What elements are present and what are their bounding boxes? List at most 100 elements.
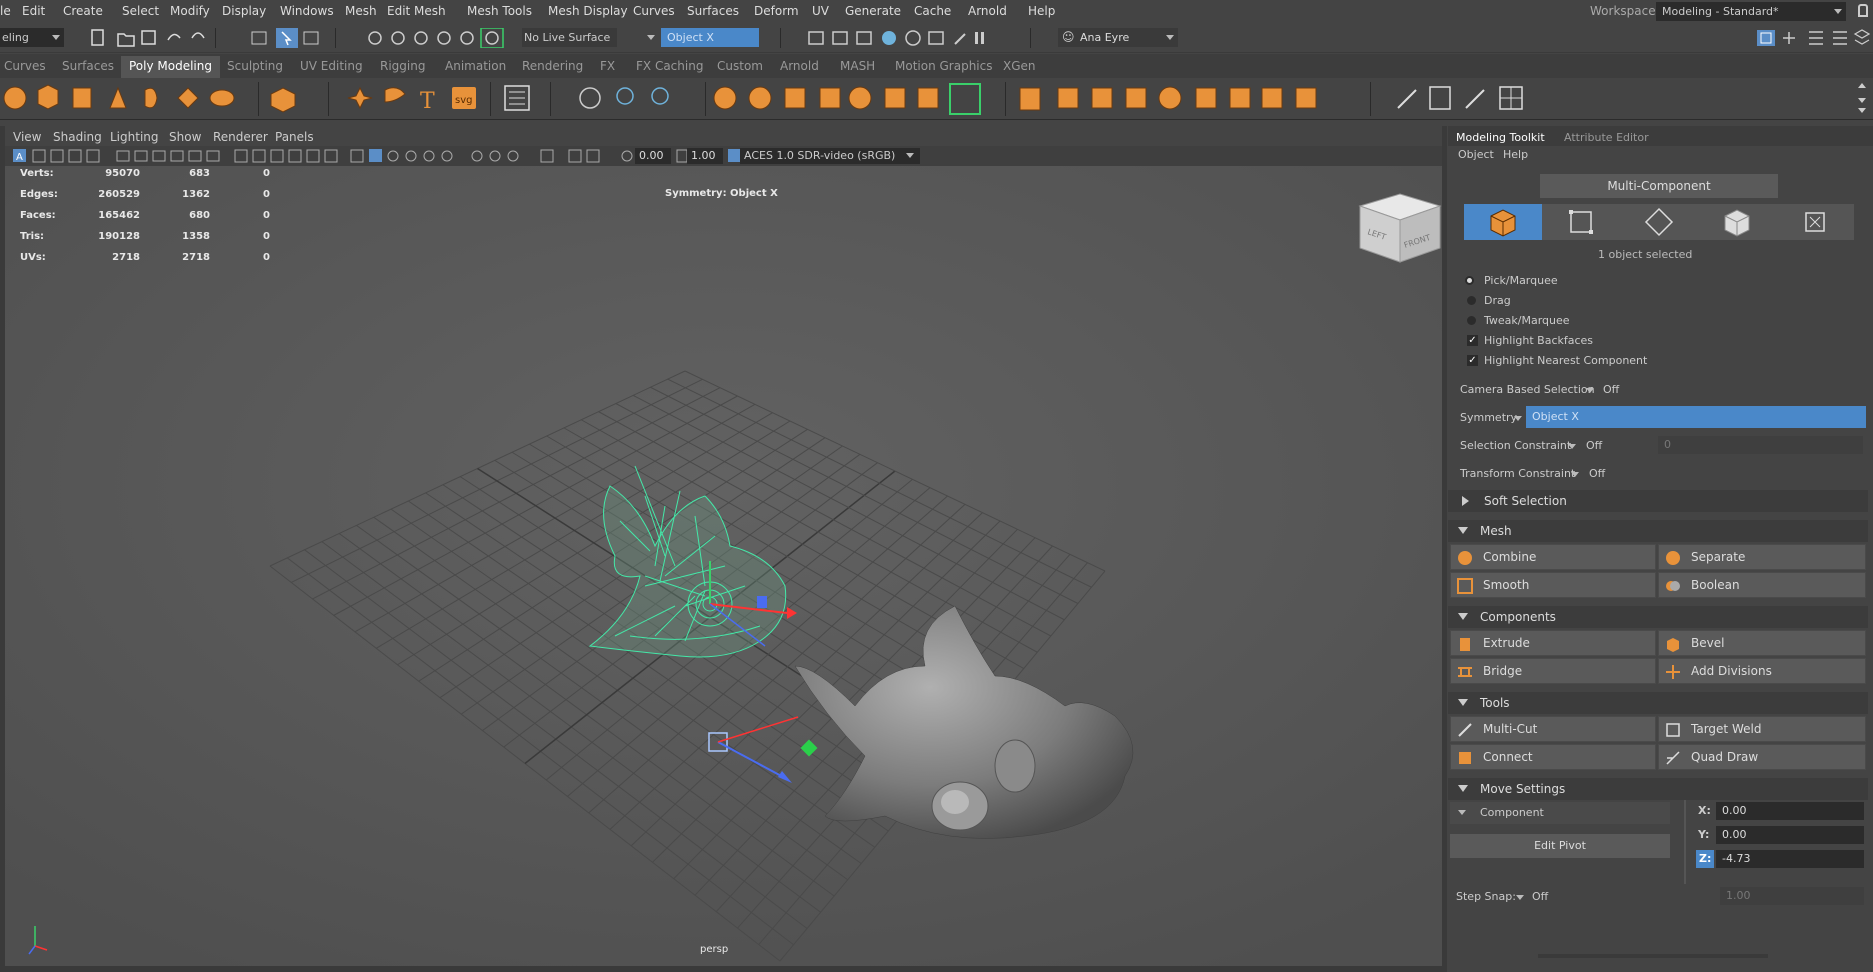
menu-file[interactable]: le [0,4,11,18]
vp-menu-renderer[interactable]: Renderer [213,130,268,144]
chevron-down-icon[interactable] [1586,388,1594,393]
x-value-field[interactable]: 0.00 [1716,802,1864,820]
face-mode-button[interactable] [1698,204,1776,240]
bevel-button[interactable]: Bevel [1658,630,1866,656]
menu-uv[interactable]: UV [812,4,829,18]
snap-tools-icons[interactable] [365,28,510,48]
tab-attribute-editor[interactable]: Attribute Editor [1564,131,1649,144]
tab-animation[interactable]: Animation [445,59,506,73]
extrude-button[interactable]: Extrude [1450,630,1656,656]
chevron-down-icon[interactable] [1514,416,1522,421]
panel-toggle-icons[interactable] [1755,28,1870,48]
vp-menu-shading[interactable]: Shading [53,130,102,144]
chevron-down-icon[interactable] [1516,895,1524,900]
tab-rendering[interactable]: Rendering [522,59,583,73]
tab-surfaces[interactable]: Surfaces [62,59,114,73]
panel-scrollbar[interactable] [1538,954,1768,958]
perspective-viewport[interactable]: LEFT FRONT Verts: 95070 683 0 Edges: 260529 13… [5,166,1442,966]
symmetry-field[interactable]: Object X [661,28,759,47]
workspace-dropdown[interactable]: Modeling - Standard* [1656,2,1846,21]
menu-modify[interactable]: Modify [170,4,210,18]
menu-windows[interactable]: Windows [280,4,334,18]
exposure-field[interactable]: 0.00 [635,148,671,164]
target-weld-button[interactable]: Target Weld [1658,716,1866,742]
connect-button[interactable]: Connect [1450,744,1656,770]
symmetry-dropdown[interactable]: Object X [1526,406,1866,428]
tab-arnold[interactable]: Arnold [780,59,819,73]
menu-mesh-tools[interactable]: Mesh Tools [467,4,532,18]
menu-arnold[interactable]: Arnold [968,4,1007,18]
menu-edit-mesh[interactable]: Edit Mesh [387,4,446,18]
tools-section[interactable]: Tools [1448,692,1868,714]
uv-mode-button[interactable] [1776,204,1854,240]
lock-icon[interactable] [1858,4,1868,17]
components-section[interactable]: Components [1448,606,1868,628]
highlight-nearest-checkbox[interactable]: ✓ [1467,355,1478,366]
vp-menu-view[interactable]: View [13,130,41,144]
move-mode-dropdown[interactable]: Component [1450,802,1670,824]
vp-menu-lighting[interactable]: Lighting [110,130,159,144]
menu-surfaces[interactable]: Surfaces [687,4,739,18]
chevron-down-icon[interactable] [1568,444,1576,449]
vp-menu-panels[interactable]: Panels [275,130,314,144]
combine-button[interactable]: Combine [1450,544,1656,570]
selection-mode-icons[interactable] [250,28,325,48]
scene-canvas[interactable]: LEFT FRONT [5,166,1442,966]
separate-button[interactable]: Separate [1658,544,1866,570]
user-account-dropdown[interactable]: ☺ Ana Eyre [1058,28,1178,47]
z-value-field[interactable]: -4.73 [1716,850,1864,868]
panel-menu-object[interactable]: Object [1458,148,1494,161]
object-mode-button[interactable] [1464,204,1542,240]
render-tools-icons[interactable] [805,28,1015,48]
file-tools-icons[interactable] [88,28,216,48]
soft-selection-section[interactable]: Soft Selection [1448,490,1868,512]
y-value-field[interactable]: 0.00 [1716,826,1864,844]
multi-component-button[interactable]: Multi-Component [1540,174,1778,198]
tweak-marquee-radio[interactable] [1467,316,1476,325]
gamma-field[interactable]: 1.00 [687,148,723,164]
mesh-section[interactable]: Mesh [1448,520,1868,542]
multi-cut-button[interactable]: Multi-Cut [1450,716,1656,742]
menu-generate[interactable]: Generate [845,4,901,18]
tab-mash[interactable]: MASH [840,59,875,73]
drag-radio[interactable] [1467,296,1476,305]
shelf-icons[interactable]: T svg [0,78,1873,120]
tab-modeling-toolkit[interactable]: Modeling Toolkit [1456,131,1545,144]
edit-pivot-button[interactable]: Edit Pivot [1450,834,1670,858]
bridge-button[interactable]: Bridge [1450,658,1656,684]
chevron-down-icon[interactable] [1571,472,1579,477]
colorspace-dropdown[interactable]: ACES 1.0 SDR-video (sRGB) [740,148,920,164]
menu-mesh-display[interactable]: Mesh Display [548,4,628,18]
add-divisions-button[interactable]: Add Divisions [1658,658,1866,684]
menu-select[interactable]: Select [122,4,159,18]
tab-fx-caching[interactable]: FX Caching [636,59,703,73]
pick-marquee-radio[interactable] [1465,276,1474,285]
tab-fx[interactable]: FX [600,59,615,73]
tab-uv-editing[interactable]: UV Editing [300,59,363,73]
menuset-dropdown[interactable]: eling [0,28,64,47]
tab-curves[interactable]: Curves [4,59,46,73]
menu-deform[interactable]: Deform [754,4,799,18]
z-axis-label[interactable]: Z: [1696,850,1714,868]
tab-xgen[interactable]: XGen [1003,59,1036,73]
menu-mesh[interactable]: Mesh [345,4,377,18]
tab-poly-modeling[interactable]: Poly Modeling [121,56,220,78]
vertex-mode-button[interactable] [1542,204,1620,240]
move-settings-section[interactable]: Move Settings [1448,778,1868,800]
vp-menu-show[interactable]: Show [169,130,201,144]
menu-cache[interactable]: Cache [914,4,951,18]
tab-rigging[interactable]: Rigging [380,59,425,73]
menu-edit[interactable]: Edit [22,4,45,18]
highlight-backfaces-checkbox[interactable]: ✓ [1467,335,1478,346]
tab-sculpting[interactable]: Sculpting [227,59,283,73]
boolean-button[interactable]: Boolean [1658,572,1866,598]
tab-custom[interactable]: Custom [717,59,763,73]
smooth-button[interactable]: Smooth [1450,572,1656,598]
menu-display[interactable]: Display [222,4,266,18]
tab-motion-graphics[interactable]: Motion Graphics [895,59,993,73]
quad-draw-button[interactable]: Quad Draw [1658,744,1866,770]
live-surface-field[interactable]: No Live Surface [522,28,617,47]
chevron-down-icon[interactable] [647,35,655,40]
edge-mode-button[interactable] [1620,204,1698,240]
menu-create[interactable]: Create [63,4,103,18]
